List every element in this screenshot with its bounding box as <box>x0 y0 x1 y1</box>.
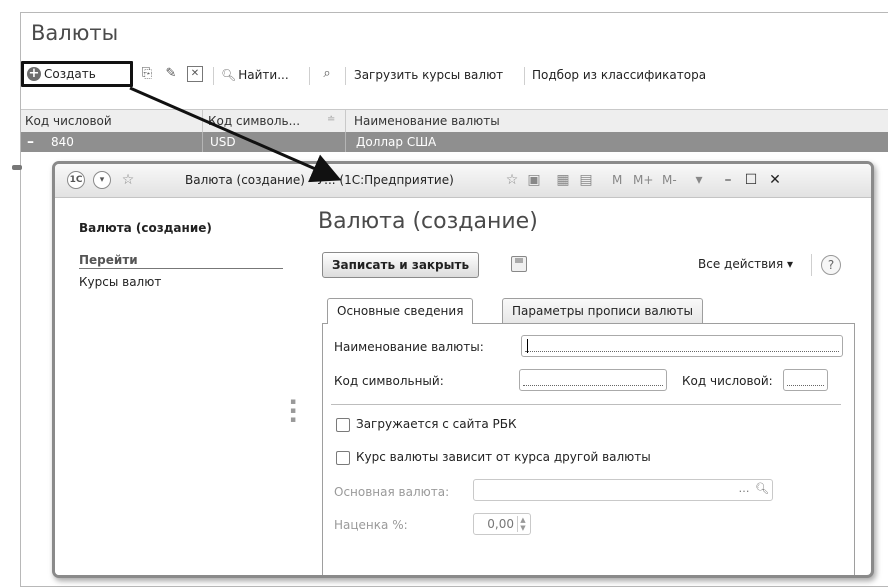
maximize-icon[interactable]: ☐ <box>743 171 759 189</box>
copy-icon[interactable]: ⎘ <box>139 66 155 82</box>
memory-m-button[interactable]: M <box>612 171 622 189</box>
all-actions-menu[interactable]: Все действия ▾ <box>698 257 793 271</box>
symbol-code-label: Код символьный: <box>334 374 444 388</box>
column-header-code-sym[interactable]: Код символь... <box>208 114 300 128</box>
delete-icon[interactable]: ✕ <box>187 66 203 82</box>
plus-icon: + <box>27 66 41 81</box>
dialog-window-title: Валюта (создание) - У... (1С:Предприятие… <box>185 173 454 187</box>
list-toolbar: + Создать ⎘ ✎ ✕ 🔍︎ Найти... ⌕ Загрузить … <box>21 59 888 91</box>
column-separator <box>345 110 346 132</box>
collapse-icon: – <box>27 134 34 150</box>
memory-plus-button[interactable]: M+ <box>633 171 653 189</box>
cell-code-num: 840 <box>51 135 74 149</box>
1c-logo-icon[interactable]: 1C <box>67 171 85 189</box>
calendar-icon[interactable]: ▤ <box>577 171 595 189</box>
save-icon[interactable] <box>511 256 527 272</box>
tab-spelling-params[interactable]: Параметры прописи валюты <box>502 298 704 323</box>
select-ellipsis-icon[interactable]: … <box>736 481 752 499</box>
find-button[interactable]: 🔍︎ Найти... <box>221 65 289 85</box>
close-icon[interactable]: ✕ <box>767 171 783 189</box>
column-separator <box>202 110 203 132</box>
classifier-button[interactable]: Подбор из классификатора <box>532 65 706 85</box>
row-marker <box>12 165 22 170</box>
dialog-main: Валюта (создание) Записать и закрыть Все… <box>318 198 868 575</box>
toolbar-separator <box>811 254 812 276</box>
markup-input[interactable]: 0,00 ▲ ▼ <box>473 513 531 535</box>
divider <box>331 404 841 405</box>
toolbar-separator <box>309 67 310 85</box>
cell-code-sym: USD <box>210 135 236 149</box>
tab-panel: Наименование валюты: Код символьный: Код… <box>322 323 855 575</box>
base-currency-input[interactable]: … 🔍︎ <box>473 479 773 501</box>
sidebar-group-title: Перейти <box>79 253 283 269</box>
column-header-name[interactable]: Наименование валюты <box>354 114 500 128</box>
currency-create-dialog: 1C ▾ ☆ Валюта (создание) - У... (1С:Пред… <box>52 161 874 578</box>
name-input[interactable] <box>521 335 843 357</box>
save-and-close-button[interactable]: Записать и закрыть <box>322 252 480 278</box>
table-row[interactable]: – 840 USD Доллар США <box>21 132 888 152</box>
splitter-handle[interactable]: ▪ ▪ ▪ <box>290 398 296 425</box>
depends-checkbox-label[interactable]: Курс валюты зависит от курса другой валю… <box>356 450 651 464</box>
page-title: Валюты <box>31 21 119 45</box>
sidebar-item-rates[interactable]: Курсы валют <box>79 275 161 289</box>
markup-value: 0,00 <box>487 517 514 531</box>
column-separator <box>345 132 346 152</box>
cancel-search-icon[interactable]: ⌕ <box>319 66 335 82</box>
history-icon[interactable]: ▣ <box>525 171 543 189</box>
create-button-label: Создать <box>44 67 96 81</box>
input-underline <box>523 385 663 386</box>
search-icon[interactable]: 🔍︎ <box>754 481 770 499</box>
column-separator <box>202 132 203 152</box>
list-header: Код числовой Код символь... ≐ Наименован… <box>21 109 888 133</box>
toolbar-separator <box>345 67 346 85</box>
star-icon[interactable]: ☆ <box>119 171 137 189</box>
numeric-code-input[interactable] <box>783 369 828 391</box>
edit-pencil-icon[interactable]: ✎ <box>163 66 179 82</box>
toolbar-separator <box>213 67 214 85</box>
sort-icon: ≐ <box>327 114 336 125</box>
numeric-code-label: Код числовой: <box>682 374 773 388</box>
symbol-code-input[interactable] <box>519 369 667 391</box>
memory-minus-button[interactable]: M- <box>662 171 677 189</box>
rbk-checkbox-label[interactable]: Загружается с сайта РБК <box>356 417 517 431</box>
toolbar-separator <box>524 67 525 85</box>
input-underline <box>525 351 839 352</box>
base-currency-label: Основная валюта: <box>334 485 450 499</box>
sidebar-title: Валюта (создание) <box>79 221 212 235</box>
markup-label: Наценка %: <box>334 518 408 532</box>
load-rates-button[interactable]: Загрузить курсы валют <box>354 65 503 85</box>
cell-name: Доллар США <box>356 135 437 149</box>
dialog-titlebar: 1C ▾ ☆ Валюта (создание) - У... (1С:Пред… <box>55 164 871 198</box>
rbk-checkbox[interactable] <box>336 418 350 432</box>
depends-checkbox[interactable] <box>336 451 350 465</box>
form-title: Валюта (создание) <box>318 209 538 234</box>
menu-icon[interactable]: ▾ <box>93 171 111 189</box>
magnifier-icon: 🔍︎ <box>221 68 237 82</box>
star-icon[interactable]: ☆ <box>503 171 521 189</box>
find-button-label: Найти... <box>238 68 289 82</box>
calc-icon[interactable]: ▦ <box>554 171 572 189</box>
input-underline <box>787 385 824 386</box>
chevron-down-icon[interactable]: ▾ <box>692 171 706 189</box>
help-icon[interactable]: ? <box>821 255 841 275</box>
minimize-icon[interactable]: – <box>721 171 735 189</box>
tab-basic-info[interactable]: Основные сведения <box>327 298 474 324</box>
dialog-sidebar: Валюта (создание) Перейти Курсы валют ▪ ▪… <box>55 198 298 575</box>
name-label: Наименование валюты: <box>334 340 484 354</box>
spin-arrows-icon[interactable]: ▲ ▼ <box>517 516 528 532</box>
create-button[interactable]: + Создать <box>21 61 133 87</box>
column-header-code-num[interactable]: Код числовой <box>25 114 112 128</box>
